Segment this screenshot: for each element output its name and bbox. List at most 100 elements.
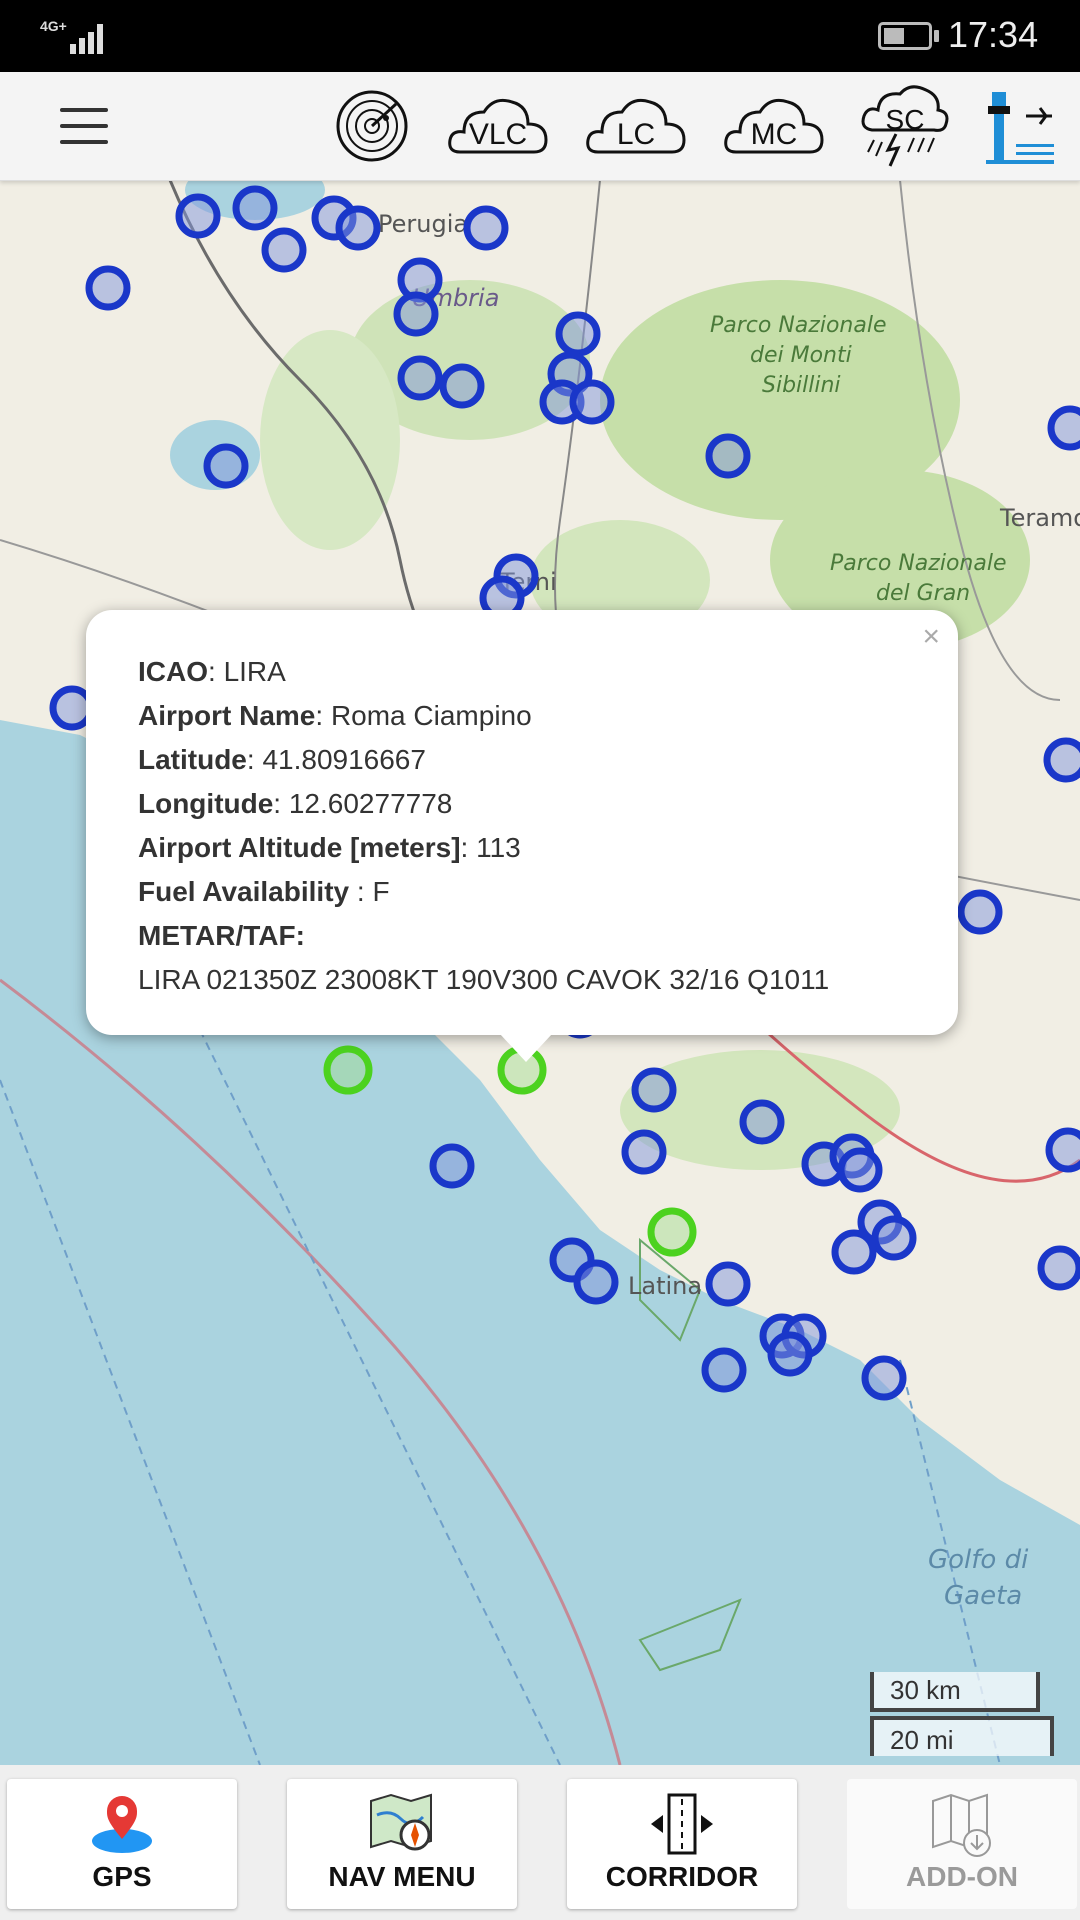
field-separator: : [315, 700, 331, 731]
airport-marker[interactable] [261, 227, 307, 273]
airway-line [199, 1029, 561, 1765]
longitude-row: Longitude: 12.60277778 [138, 782, 829, 826]
mc-cloud-button[interactable]: MC [722, 82, 826, 170]
airport-marker[interactable] [335, 205, 381, 251]
longitude-value: 12.60277778 [288, 788, 453, 819]
airport-marker[interactable] [463, 205, 509, 251]
lc-label: LC [616, 118, 656, 151]
label-perugia: Perugia [378, 210, 468, 238]
field-separator: : [246, 744, 263, 775]
metar-text: LIRA 021350Z 23008KT 190V300 CAVOK 32/16… [138, 964, 830, 995]
airport-marker-selected[interactable] [647, 1207, 697, 1257]
clock: 17:34 [948, 14, 1039, 55]
radar-icon[interactable] [332, 82, 412, 170]
fuel-row: Fuel Availability : F [138, 870, 829, 914]
fuel-value: F [372, 876, 390, 907]
airport-marker[interactable] [232, 185, 278, 231]
close-icon[interactable]: × [922, 620, 940, 654]
corridor-button[interactable]: CORRIDOR [567, 1779, 797, 1909]
signal-icon: 4G+ [40, 18, 110, 54]
field-separator: : [208, 656, 224, 687]
field-label: Latitude [138, 744, 247, 775]
label-teramo: Teramo [999, 504, 1080, 532]
airport-info-popup: × ICAO: LIRA Airport Name: Roma Ciampino… [86, 610, 958, 1035]
airport-marker[interactable] [1043, 737, 1080, 783]
corridor-icon [651, 1793, 713, 1855]
gps-button[interactable]: GPS [7, 1779, 237, 1909]
airport-marker[interactable] [701, 1347, 747, 1393]
corridor-label: CORRIDOR [605, 1861, 759, 1892]
field-label: METAR/TAF: [138, 920, 305, 951]
vlc-cloud-button[interactable]: VLC [446, 82, 550, 170]
status-bar: 4G+ 17:34 [0, 0, 1080, 72]
airport-marker[interactable] [861, 1355, 907, 1401]
field-label: Airport Name [138, 700, 316, 731]
label-parco-sibillini-3: Sibillini [762, 373, 841, 398]
field-label: Longitude [138, 788, 274, 819]
airport-marker[interactable] [621, 1129, 667, 1175]
field-separator: : [273, 788, 289, 819]
nav-menu-label: NAV MENU [328, 1861, 476, 1892]
airport-marker[interactable] [705, 1261, 751, 1307]
airport-name-row: Airport Name: Roma Ciampino [138, 694, 829, 738]
sc-label: SC [885, 104, 925, 135]
label-parco-sibillini-2: dei Monti [750, 343, 852, 368]
airport-marker[interactable] [837, 1147, 883, 1193]
map-download-icon [932, 1793, 991, 1857]
label-parco-gran-sasso-1: Parco Nazionale [830, 551, 1006, 576]
airport-marker-selected[interactable] [323, 1045, 373, 1095]
airport-marker[interactable] [1037, 1245, 1080, 1291]
battery-tip [934, 30, 939, 42]
add-on-button[interactable]: ADD-ON [847, 1779, 1077, 1909]
airport-marker[interactable] [393, 291, 439, 337]
icao-row: ICAO: LIRA [138, 650, 829, 694]
airway-line [0, 1079, 261, 1765]
airport-tower-icon[interactable] [982, 82, 1058, 170]
field-label: Airport Altitude [meters] [138, 832, 461, 863]
location-pin-icon [92, 1796, 152, 1853]
airport-marker[interactable] [85, 265, 131, 311]
top-toolbar: VLC LC MC SC [0, 72, 1080, 181]
popup-pointer [500, 1034, 552, 1062]
scale-mi: 20 mi [870, 1716, 1054, 1756]
lc-cloud-button[interactable]: LC [584, 82, 688, 170]
vlc-label: VLC [468, 118, 528, 151]
hamburger-menu-icon[interactable] [50, 100, 118, 152]
island-outline [638, 1598, 742, 1672]
airport-marker[interactable] [397, 355, 443, 401]
bottom-toolbar: GPS NAV MENU CORRIDOR ADD-ON [0, 1765, 1080, 1920]
mc-label: MC [750, 118, 798, 151]
field-label: Fuel Availability [138, 876, 350, 907]
airport-marker[interactable] [739, 1099, 785, 1145]
airport-name-value: Roma Ciampino [330, 700, 532, 731]
airport-marker[interactable] [767, 1331, 813, 1377]
altitude-value: 113 [476, 832, 521, 863]
forest-area [260, 330, 400, 550]
airport-marker[interactable] [569, 379, 615, 425]
airport-marker[interactable] [429, 1143, 475, 1189]
airport-marker[interactable] [1047, 405, 1080, 451]
label-parco-sibillini-1: Parco Nazionale [710, 313, 886, 338]
popup-content: ICAO: LIRA Airport Name: Roma Ciampino L… [138, 650, 829, 1002]
airport-marker[interactable] [175, 193, 221, 239]
airport-marker[interactable] [631, 1067, 677, 1113]
label-parco-gran-sasso-2: del Gran [876, 581, 970, 606]
airport-marker[interactable] [831, 1229, 877, 1275]
sc-storm-cloud-button[interactable]: SC [860, 82, 950, 170]
altitude-row: Airport Altitude [meters]: 113 [138, 826, 829, 870]
latitude-value: 41.80916667 [262, 744, 426, 775]
label-latina: Latina [628, 1272, 702, 1300]
airport-marker[interactable] [705, 433, 751, 479]
airport-marker[interactable] [203, 443, 249, 489]
airport-marker[interactable] [555, 311, 601, 357]
battery-icon [878, 22, 932, 50]
airport-marker[interactable] [1045, 1127, 1080, 1173]
airport-marker[interactable] [871, 1215, 917, 1261]
airport-marker[interactable] [439, 363, 485, 409]
field-separator: : [460, 832, 477, 863]
label-golfo-gaeta-1: Golfo di [928, 1545, 1029, 1575]
gps-label: GPS [92, 1861, 152, 1892]
airport-marker[interactable] [957, 889, 1003, 935]
airport-marker[interactable] [573, 1259, 619, 1305]
nav-menu-button[interactable]: NAV MENU [287, 1779, 517, 1909]
